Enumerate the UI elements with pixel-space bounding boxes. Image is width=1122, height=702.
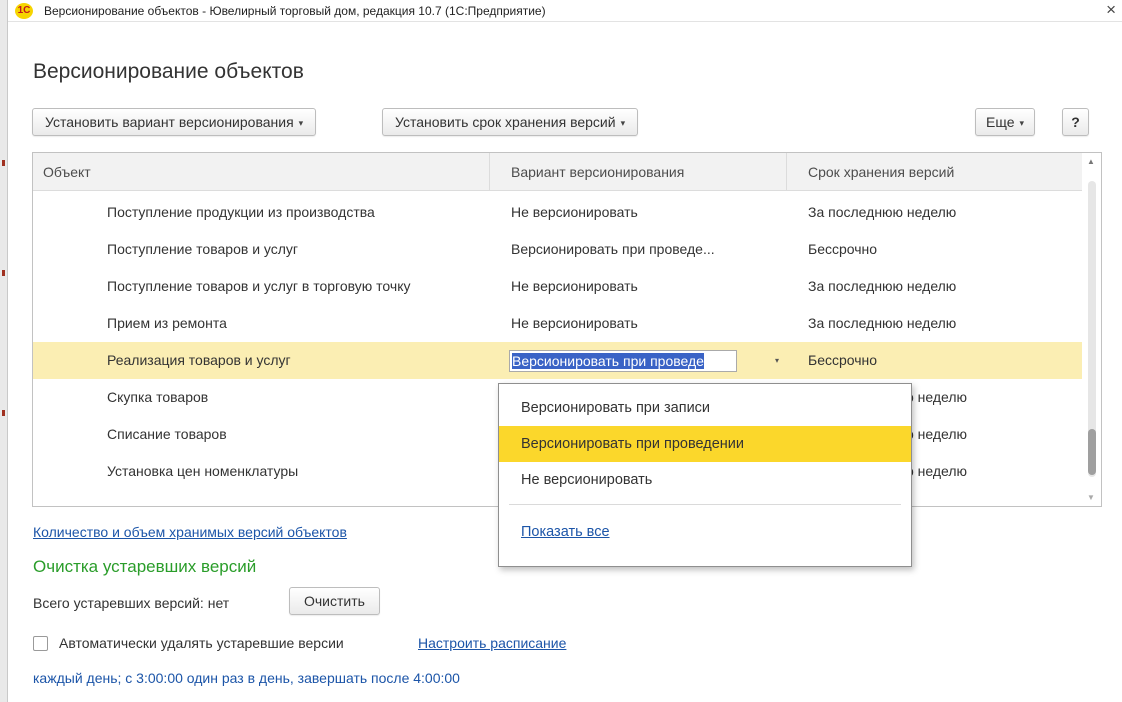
- variant-cell[interactable]: Версионировать при проведе...: [511, 231, 781, 268]
- help-button[interactable]: ?: [1062, 108, 1089, 136]
- column-header-object[interactable]: Объект: [43, 153, 91, 191]
- table-row[interactable]: Поступление товаров и услуг Версионирова…: [33, 231, 1083, 268]
- scrollbar-thumb[interactable]: [1088, 429, 1096, 475]
- window-titlebar: 1С Версионирование объектов - Ювелирный …: [8, 0, 1122, 22]
- table-row-selected[interactable]: Реализация товаров и услуг Версионироват…: [33, 342, 1083, 379]
- set-retention-button[interactable]: Установить срок хранения версий ▾: [382, 108, 639, 136]
- cleanup-section-title: Очистка устаревших версий: [33, 557, 257, 576]
- variant-edit-text[interactable]: Версионировать при проведе: [512, 352, 734, 370]
- table-header: Объект Вариант версионирования Срок хран…: [33, 153, 1083, 191]
- set-variant-button[interactable]: Установить вариант версионирования ▾: [32, 108, 317, 136]
- more-button[interactable]: Еще ▾: [975, 108, 1036, 136]
- variant-cell[interactable]: Не версионировать: [511, 194, 781, 231]
- vertical-scrollbar[interactable]: ▲ ▼: [1082, 153, 1101, 506]
- retention-cell[interactable]: Бессрочно: [808, 342, 1068, 379]
- edge-marker: [2, 160, 5, 166]
- auto-delete-checkbox[interactable]: [33, 636, 48, 651]
- chevron-down-icon: ▾: [298, 118, 304, 128]
- retention-cell[interactable]: За последнюю неделю: [808, 268, 1068, 305]
- option-version-on-post[interactable]: Версионировать при проведении: [499, 426, 911, 462]
- edge-marker: [2, 270, 5, 276]
- schedule-link[interactable]: Настроить расписание: [418, 635, 566, 651]
- retention-cell[interactable]: Бессрочно: [808, 231, 1068, 268]
- more-label: Еще: [986, 114, 1015, 130]
- variant-dropdown-list: Версионировать при записи Версионировать…: [498, 383, 912, 567]
- scrollbar-track[interactable]: [1088, 181, 1096, 477]
- close-icon[interactable]: ×: [1106, 1, 1116, 19]
- clear-button[interactable]: Очистить: [289, 587, 380, 615]
- edge-marker: [2, 410, 5, 416]
- show-all-link[interactable]: Показать все: [521, 524, 610, 540]
- app-logo-icon: 1С: [15, 3, 33, 19]
- variant-cell[interactable]: Не версионировать: [511, 268, 781, 305]
- background-window-edge: [0, 0, 8, 702]
- column-divider: [489, 153, 490, 191]
- scroll-up-icon[interactable]: ▲: [1087, 157, 1095, 166]
- object-cell: Списание товаров: [107, 426, 227, 442]
- page-title: Версионирование объектов: [33, 60, 304, 83]
- variant-cell[interactable]: Не версионировать: [511, 305, 781, 342]
- table-row[interactable]: Поступление товаров и услуг в торговую т…: [33, 268, 1083, 305]
- chevron-down-icon: ▾: [620, 118, 626, 128]
- chevron-down-icon: ▾: [1019, 118, 1025, 128]
- scroll-down-icon[interactable]: ▼: [1087, 493, 1095, 502]
- retention-cell[interactable]: о неделю: [906, 453, 1066, 490]
- table-row[interactable]: Прием из ремонта Не версионировать За по…: [33, 305, 1083, 342]
- set-variant-label: Установить вариант версионирования: [45, 114, 294, 130]
- retention-cell[interactable]: о неделю: [906, 416, 1066, 453]
- column-divider: [786, 153, 787, 191]
- chevron-down-icon[interactable]: ▾: [767, 350, 787, 372]
- versions-stats-link[interactable]: Количество и объем хранимых версий объек…: [33, 524, 347, 540]
- object-cell: Прием из ремонта: [107, 315, 227, 331]
- option-version-on-write[interactable]: Версионировать при записи: [499, 390, 911, 426]
- retention-cell[interactable]: За последнюю неделю: [808, 305, 1068, 342]
- object-cell: Скупка товаров: [107, 389, 209, 405]
- auto-delete-label[interactable]: Автоматически удалять устаревшие версии: [59, 635, 344, 651]
- schedule-description: каждый день; с 3:00:00 один раз в день, …: [33, 670, 460, 686]
- object-cell: Поступление товаров и услуг: [107, 241, 299, 257]
- variant-edit-value: Версионировать при проведе: [512, 353, 704, 369]
- object-cell: Реализация товаров и услуг: [107, 352, 291, 368]
- set-retention-label: Установить срок хранения версий: [395, 114, 616, 130]
- object-cell: Поступление товаров и услуг в торговую т…: [107, 278, 411, 294]
- retention-cell[interactable]: о неделю: [906, 379, 1066, 416]
- column-header-variant[interactable]: Вариант версионирования: [511, 153, 684, 191]
- object-cell: Установка цен номенклатуры: [107, 463, 299, 479]
- option-no-versioning[interactable]: Не версионировать: [499, 462, 911, 498]
- table-row[interactable]: Поступление продукции из производства Не…: [33, 194, 1083, 231]
- object-cell: Поступление продукции из производства: [107, 204, 375, 220]
- divider: [509, 504, 901, 505]
- variant-edit-field[interactable]: Версионировать при проведе: [509, 350, 737, 372]
- column-header-retention[interactable]: Срок хранения версий: [808, 153, 954, 191]
- window-title: Версионирование объектов - Ювелирный тор…: [44, 4, 546, 18]
- obsolete-count-text: Всего устаревших версий: нет: [33, 595, 230, 611]
- retention-cell[interactable]: За последнюю неделю: [808, 194, 1068, 231]
